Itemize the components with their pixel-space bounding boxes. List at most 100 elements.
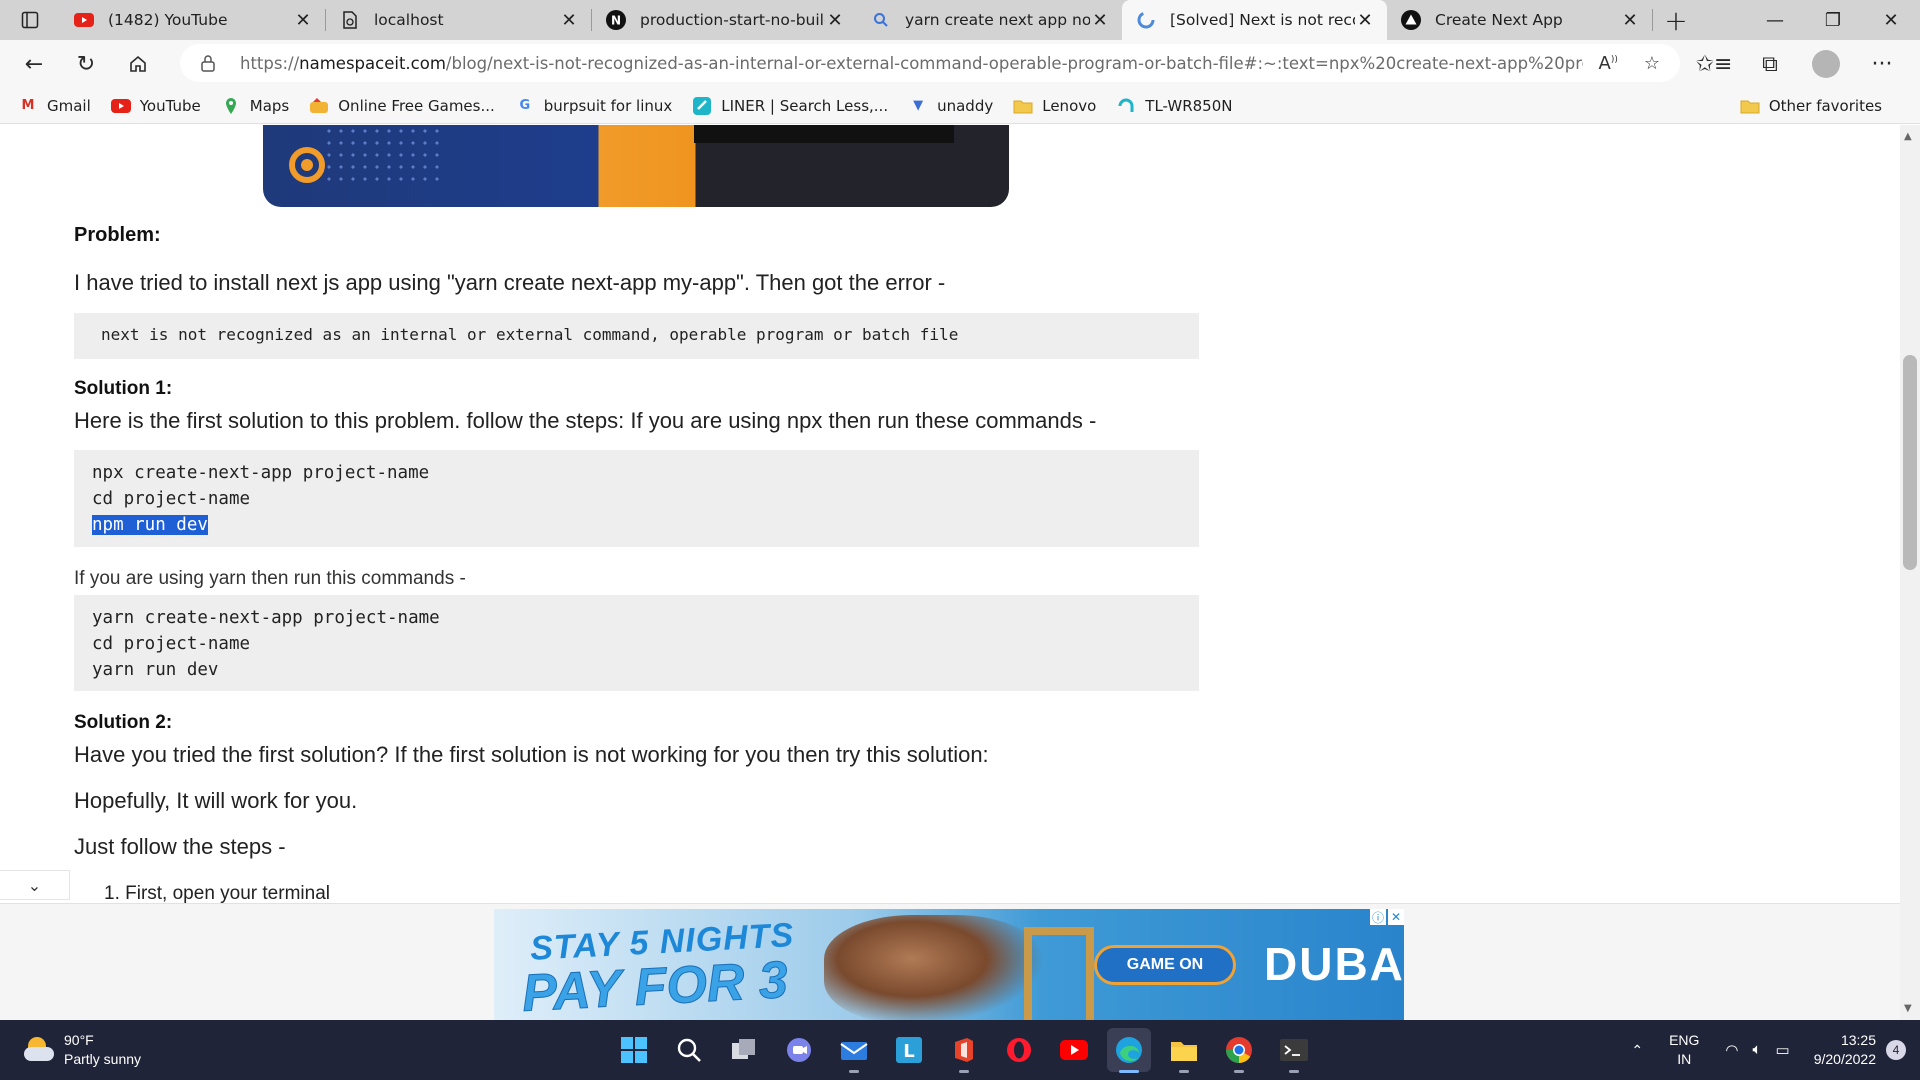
chrome-button[interactable] bbox=[1217, 1028, 1261, 1073]
clock[interactable]: 13:25 9/20/2022 bbox=[1814, 1031, 1876, 1069]
code-line: cd project-name bbox=[92, 489, 251, 509]
address-bar[interactable]: https://namespaceit.com/blog/next-is-not… bbox=[180, 44, 1680, 82]
page-scrollbar[interactable]: ▲ ▼ bbox=[1900, 125, 1920, 1020]
opera-icon bbox=[1007, 1038, 1031, 1062]
error-code-block: next is not recognized as an internal or… bbox=[74, 313, 1199, 359]
yarn-code-block: yarn create-next-app project-name cd pro… bbox=[74, 595, 1199, 691]
search-button[interactable] bbox=[667, 1028, 711, 1072]
office-icon bbox=[955, 1038, 973, 1062]
selected-code-line: npm run dev bbox=[92, 515, 208, 535]
favorite-unaddy[interactable]: ▼ unaddy bbox=[908, 97, 993, 115]
settings-menu-button[interactable]: ··· bbox=[1854, 44, 1910, 84]
favorite-games[interactable]: Online Free Games... bbox=[309, 97, 495, 115]
favorite-label: TL-WR850N bbox=[1145, 96, 1233, 115]
tab-title: Create Next App bbox=[1435, 11, 1563, 29]
step-item: 1. First, open your terminal bbox=[104, 883, 330, 904]
svg-text:L: L bbox=[903, 1041, 914, 1062]
back-button[interactable]: ← bbox=[8, 44, 60, 84]
show-hidden-icons-icon[interactable]: ⌃ bbox=[1631, 1042, 1643, 1059]
ad-people-image bbox=[824, 915, 1044, 1020]
other-favorites[interactable]: Other favorites bbox=[1740, 88, 1882, 124]
back-arrow-icon: ← bbox=[24, 51, 44, 77]
liner-icon bbox=[692, 96, 712, 115]
language-indicator[interactable]: ENG IN bbox=[1669, 1031, 1699, 1069]
games-icon bbox=[309, 97, 329, 115]
collapse-ad-button[interactable]: ⌄ bbox=[0, 870, 70, 900]
close-window-button[interactable]: ✕ bbox=[1862, 0, 1920, 40]
search-icon bbox=[677, 1038, 701, 1062]
mail-button[interactable] bbox=[832, 1028, 876, 1073]
mail-icon bbox=[840, 1042, 868, 1060]
start-button[interactable] bbox=[612, 1028, 656, 1072]
refresh-button[interactable]: ↻ bbox=[60, 44, 112, 84]
tab-close-icon[interactable]: ✕ bbox=[1355, 10, 1375, 31]
opera-button[interactable] bbox=[997, 1028, 1041, 1072]
windows-icon bbox=[621, 1037, 647, 1063]
tab-close-icon[interactable]: ✕ bbox=[1620, 10, 1640, 31]
read-aloud-icon[interactable]: A)) bbox=[1599, 53, 1618, 74]
tab-production-start[interactable]: N production-start-no-build-i ✕ bbox=[592, 0, 857, 40]
scroll-up-icon[interactable]: ▲ bbox=[1904, 131, 1912, 142]
profile-button[interactable] bbox=[1798, 44, 1854, 84]
svg-text:N: N bbox=[611, 14, 621, 28]
favorite-tplink[interactable]: TL-WR850N bbox=[1116, 97, 1232, 115]
collections-icon: ⧉ bbox=[1762, 51, 1778, 77]
teams-chat-button[interactable] bbox=[777, 1028, 821, 1072]
favorite-maps[interactable]: Maps bbox=[221, 97, 289, 115]
system-icons[interactable]: ◠ 🔈︎ ▭ bbox=[1725, 1041, 1789, 1059]
window-controls: — ❐ ✕ bbox=[1746, 0, 1920, 40]
scroll-down-icon[interactable]: ▼ bbox=[1904, 1003, 1912, 1014]
liner-app-button[interactable]: L bbox=[887, 1028, 931, 1072]
tab-close-icon[interactable]: ✕ bbox=[559, 10, 579, 31]
edge-button[interactable] bbox=[1107, 1028, 1151, 1073]
clock-time: 13:25 bbox=[1840, 1032, 1876, 1048]
favorite-liner[interactable]: LINER | Search Less,... bbox=[692, 96, 889, 115]
terminal-button[interactable] bbox=[1272, 1028, 1316, 1073]
hero-ring-graphic bbox=[289, 147, 325, 183]
tab-actions-button[interactable] bbox=[0, 0, 60, 40]
task-view-button[interactable] bbox=[722, 1028, 766, 1072]
collections-button[interactable]: ⧉ bbox=[1742, 44, 1798, 84]
favorite-lenovo[interactable]: Lenovo bbox=[1013, 97, 1096, 115]
task-view-icon bbox=[732, 1039, 755, 1059]
ad-cta-button[interactable]: GAME ON bbox=[1094, 945, 1236, 985]
solution2-text: Have you tried the first solution? If th… bbox=[74, 742, 989, 767]
office-button[interactable] bbox=[942, 1028, 986, 1073]
ad-close-icon[interactable]: ✕ bbox=[1388, 909, 1404, 925]
home-button[interactable] bbox=[112, 44, 164, 84]
folder-icon bbox=[1013, 97, 1033, 115]
url-text: https://namespaceit.com/blog/next-is-not… bbox=[240, 54, 1583, 73]
favorite-youtube[interactable]: YouTube bbox=[110, 96, 201, 115]
minimize-button[interactable]: — bbox=[1746, 0, 1804, 40]
weather-widget[interactable]: 90°F Partly sunny bbox=[24, 1031, 141, 1069]
chat-icon bbox=[787, 1038, 811, 1062]
tab-create-next-app[interactable]: Create Next App ✕ bbox=[1387, 0, 1652, 40]
advertisement-banner[interactable]: STAY 5 NIGHTS PAY FOR 3 GAME ON DUBAI ⓘ … bbox=[494, 909, 1404, 1020]
ad-info-icon[interactable]: ⓘ bbox=[1370, 909, 1386, 925]
notification-badge[interactable]: 4 bbox=[1886, 1040, 1906, 1060]
solution1-heading: Solution 1: bbox=[74, 378, 173, 399]
tab-close-icon[interactable]: ✕ bbox=[825, 10, 845, 31]
favorites-button[interactable]: ✩≡ bbox=[1686, 44, 1742, 84]
youtube-app-button[interactable] bbox=[1052, 1028, 1096, 1072]
wifi-icon: ◠ bbox=[1725, 1042, 1739, 1059]
scroll-thumb[interactable] bbox=[1903, 355, 1917, 570]
running-indicator bbox=[1179, 1070, 1189, 1073]
folder-icon bbox=[1171, 1042, 1197, 1061]
favorite-burpsuit[interactable]: Gburpsuit for linux bbox=[515, 97, 672, 115]
tplink-icon bbox=[1116, 97, 1136, 115]
tab-localhost[interactable]: localhost ✕ bbox=[326, 0, 591, 40]
tab-search-results[interactable]: yarn create next app not wo ✕ bbox=[857, 0, 1122, 40]
clock-date: 9/20/2022 bbox=[1813, 1051, 1876, 1067]
tab-solved-article[interactable]: [Solved] Next is not recogni ✕ bbox=[1122, 0, 1387, 40]
tab-close-icon[interactable]: ✕ bbox=[1090, 10, 1110, 31]
new-tab-button[interactable]: + bbox=[1653, 0, 1699, 40]
tab-youtube[interactable]: (1482) YouTube ✕ bbox=[60, 0, 325, 40]
file-explorer-button[interactable] bbox=[1162, 1028, 1206, 1073]
favorite-gmail[interactable]: M Gmail bbox=[18, 97, 91, 115]
add-favorite-icon[interactable]: ☆ bbox=[1644, 53, 1660, 74]
favorite-label: LINER | Search Less,... bbox=[721, 96, 889, 115]
restore-button[interactable]: ❐ bbox=[1804, 0, 1862, 40]
favorite-label: YouTube bbox=[139, 96, 201, 115]
tab-close-icon[interactable]: ✕ bbox=[293, 10, 313, 31]
